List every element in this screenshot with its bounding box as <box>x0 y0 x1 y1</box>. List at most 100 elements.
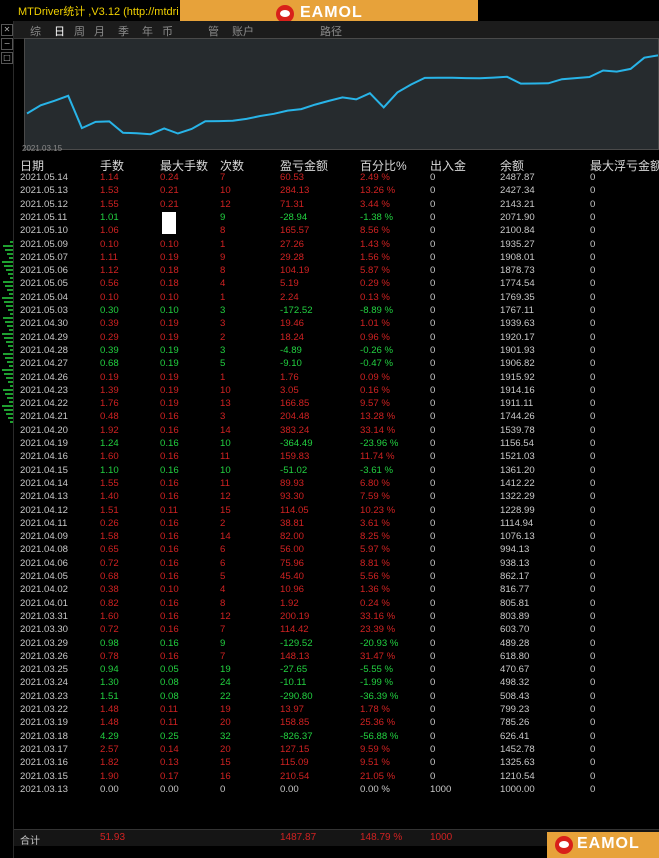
cell-count: 14 <box>220 424 231 436</box>
tab-period-11[interactable]: 路径 <box>320 23 342 39</box>
cell-max-drawdown: 0 <box>590 517 596 529</box>
table-row[interactable]: 2021.04.12 1.51 0.11 15 114.05 10.23 % 0 1228.9… <box>20 505 659 518</box>
cell-io: 0 <box>430 424 436 436</box>
cell-io: 0 <box>430 544 436 556</box>
table-row[interactable]: 2021.04.09 1.58 0.16 14 82.00 8.25 % 0 1076.13 0 <box>20 531 659 544</box>
cell-pnl: -290.80 <box>280 690 313 702</box>
table-row[interactable]: 2021.04.13 1.40 0.16 12 93.30 7.59 % 0 1322.29 0 <box>20 491 659 504</box>
table-row[interactable]: 2021.03.25 0.94 0.05 19 -27.65 -5.55 % 0 470.67… <box>20 664 659 677</box>
tab-period-4[interactable]: 季 <box>118 23 129 39</box>
tab-period-0[interactable]: 综 <box>30 23 41 39</box>
table-row[interactable]: 2021.04.08 0.65 0.16 6 56.00 5.97 % 0 994.13 0 <box>20 544 659 557</box>
table-row[interactable]: 2021.03.13 0.00 0.00 0 0.00 0.00 % 1000 1000.00… <box>20 784 659 797</box>
cell-balance: 1521.03 <box>500 451 535 463</box>
table-row[interactable]: 2021.04.27 0.68 0.19 5 -9.10 -0.47 % 0 1906.82 0 <box>20 358 659 371</box>
cell-count: 8 <box>220 225 226 237</box>
table-row[interactable]: 2021.04.02 0.38 0.10 4 10.96 1.36 % 0 816.77 0 <box>20 584 659 597</box>
table-row[interactable]: 2021.03.30 0.72 0.16 7 114.42 23.39 % 0 603.70 0 <box>20 624 659 637</box>
cell-pct: 3.61 % <box>360 517 390 529</box>
cell-date: 2021.04.21 <box>20 411 69 423</box>
cell-balance: 1911.11 <box>500 398 534 410</box>
cell-pct: 10.23 % <box>360 504 396 516</box>
table-row[interactable]: 2021.05.12 1.55 0.21 12 71.31 3.44 % 0 2143.21 0 <box>20 199 659 212</box>
cell-pnl: 45.40 <box>280 571 305 582</box>
cell-count: 9 <box>220 637 226 649</box>
tab-period-5[interactable]: 年 <box>142 23 153 39</box>
cell-lots: 0.68 <box>100 571 119 582</box>
cell-date: 2021.03.19 <box>20 717 69 729</box>
volume-bar <box>9 365 13 367</box>
table-row[interactable]: 2021.05.04 0.10 0.10 1 2.24 0.13 % 0 1769.35 0 <box>20 292 659 305</box>
cell-balance: 1901.93 <box>500 344 535 356</box>
cell-lots: 1.40 <box>100 491 119 503</box>
cell-io: 0 <box>430 344 436 356</box>
cell-lots: 0.72 <box>100 557 119 569</box>
cell-count: 6 <box>220 544 226 556</box>
cell-max-lots: 0.18 <box>160 278 179 290</box>
table-row[interactable]: 2021.03.22 1.48 0.11 19 13.97 1.78 % 0 799.23 0 <box>20 704 659 717</box>
table-row[interactable]: 2021.04.16 1.60 0.16 11 159.83 11.74 % 0 1521.0… <box>20 451 659 464</box>
cell-pct: -8.89 % <box>360 305 394 316</box>
cell-balance: 1156.54 <box>500 438 534 449</box>
table-row[interactable]: 2021.04.15 1.10 0.16 10 -51.02 -3.61 % 0 1361.2… <box>20 465 659 478</box>
table-row[interactable]: 2021.04.19 1.24 0.16 10 -364.49 -23.96 % 0 1156… <box>20 438 659 451</box>
table-row[interactable]: 2021.04.01 0.82 0.16 8 1.92 0.24 % 0 805.81 0 <box>20 598 659 611</box>
table-row[interactable]: 2021.04.22 1.76 0.19 13 166.85 9.57 % 0 1911.11… <box>20 398 659 411</box>
table-row[interactable]: 2021.03.26 0.78 0.16 7 148.13 31.47 % 0 618.80 0 <box>20 651 659 664</box>
table-row[interactable]: 2021.03.24 1.30 0.08 24 -10.11 -1.99 % 0 498.32… <box>20 677 659 690</box>
cell-pnl: -172.52 <box>280 305 313 316</box>
tab-period-6[interactable]: 币 <box>162 23 173 39</box>
table-row[interactable]: 2021.03.19 1.48 0.11 20 158.85 25.36 % 0 785.26… <box>20 717 659 730</box>
table-row[interactable]: 2021.04.23 1.39 0.19 10 3.05 0.16 % 0 1914.16 0 <box>20 385 659 398</box>
table-row[interactable]: 2021.04.28 0.39 0.19 3 -4.89 -0.26 % 0 1901.93 0 <box>20 345 659 358</box>
tab-period-9[interactable]: 账户 <box>232 23 254 39</box>
cell-io: 0 <box>430 517 436 529</box>
close-icon[interactable]: ✕ <box>1 24 13 36</box>
balance-chart-svg <box>26 54 659 136</box>
table-row[interactable]: 2021.05.13 1.53 0.21 10 284.13 13.26 % 0 2427.3… <box>20 185 659 198</box>
cell-pnl: 159.83 <box>280 451 310 463</box>
table-row[interactable]: 2021.05.09 0.10 0.10 1 27.26 1.43 % 0 1935.27 0 <box>20 239 659 252</box>
table-row[interactable]: 2021.03.23 1.51 0.08 22 -290.80 -36.39 % 0 508.… <box>20 691 659 704</box>
cell-date: 2021.04.08 <box>20 544 69 556</box>
table-row[interactable]: 2021.04.05 0.68 0.16 5 45.40 5.56 % 0 862.17 0 <box>20 571 659 584</box>
table-row[interactable]: 2021.03.31 1.60 0.16 12 200.19 33.16 % 0 803.89… <box>20 611 659 624</box>
table-row[interactable]: 2021.03.18 4.29 0.25 32 -826.37 -56.88 % 0 626.… <box>20 731 659 744</box>
table-row[interactable]: 2021.04.06 0.72 0.16 6 75.96 8.81 % 0 938.13 0 <box>20 558 659 571</box>
table-row[interactable]: 2021.05.11 1.01 9 -28.94 -1.38 % 0 2071.90 0 <box>20 212 659 225</box>
table-row[interactable]: 2021.05.10 1.06 8 165.57 8.56 % 0 2100.84 0 <box>20 225 659 238</box>
volume-bar <box>4 373 13 375</box>
tab-period-8[interactable]: 管 <box>208 23 219 39</box>
table-row[interactable]: 2021.04.21 0.48 0.16 3 204.48 13.28 % 0 1744.26… <box>20 411 659 424</box>
table-row[interactable]: 2021.04.29 0.29 0.19 2 18.24 0.96 % 0 1920.17 0 <box>20 332 659 345</box>
table-row[interactable]: 2021.03.17 2.57 0.14 20 127.15 9.59 % 0 1452.78… <box>20 744 659 757</box>
table-row[interactable]: 2021.04.26 0.19 0.19 1 1.76 0.09 % 0 1915.92 0 <box>20 372 659 385</box>
table-row[interactable]: 2021.05.07 1.11 0.19 9 29.28 1.56 % 0 1908.01 0 <box>20 252 659 265</box>
tab-period-2[interactable]: 周 <box>74 23 85 39</box>
tab-period-1[interactable]: 日 <box>54 23 65 39</box>
table-row[interactable]: 2021.04.20 1.92 0.16 14 383.24 33.14 % 0 1539.7… <box>20 425 659 438</box>
table-row[interactable]: 2021.04.11 0.26 0.16 2 38.81 3.61 % 0 1114.94 0 <box>20 518 659 531</box>
cell-max-drawdown: 0 <box>590 477 596 489</box>
cell-date: 2021.03.16 <box>20 757 69 769</box>
cell-pnl: -27.65 <box>280 664 308 676</box>
tab-period-3[interactable]: 月 <box>94 23 105 39</box>
restore-icon[interactable]: □ <box>1 52 13 64</box>
table-row[interactable]: 2021.05.05 0.56 0.18 4 5.19 0.29 % 0 1774.54 0 <box>20 278 659 291</box>
table-row[interactable]: 2021.05.03 0.30 0.10 3 -172.52 -8.89 % 0 1767.1… <box>20 305 659 318</box>
table-row[interactable]: 2021.03.15 1.90 0.17 16 210.54 21.05 % 0 1210.5… <box>20 771 659 784</box>
cell-lots: 0.82 <box>100 597 119 609</box>
total-lots: 51.93 <box>100 832 126 843</box>
cell-io: 0 <box>430 664 436 676</box>
cell-lots: 0.19 <box>100 371 119 383</box>
table-row[interactable]: 2021.03.16 1.82 0.13 15 115.09 9.51 % 0 1325.63… <box>20 757 659 770</box>
table-row[interactable]: 2021.04.30 0.39 0.19 3 19.46 1.01 % 0 1939.63 0 <box>20 318 659 331</box>
table-row[interactable]: 2021.04.14 1.55 0.16 11 89.93 6.80 % 0 1412.22 0 <box>20 478 659 491</box>
minimize-icon[interactable]: − <box>1 38 13 50</box>
table-row[interactable]: 2021.05.14 1.14 0.24 7 60.53 2.49 % 0 2487.87 0 <box>20 172 659 185</box>
table-row[interactable]: 2021.05.06 1.12 0.18 8 104.19 5.87 % 0 1878.73 0 <box>20 265 659 278</box>
cell-lots: 1.14 <box>100 172 119 183</box>
table-row[interactable]: 2021.03.29 0.98 0.16 9 -129.52 -20.93 % 0 489.2… <box>20 638 659 651</box>
cell-date: 2021.04.16 <box>20 451 69 463</box>
volume-bar <box>10 421 13 423</box>
